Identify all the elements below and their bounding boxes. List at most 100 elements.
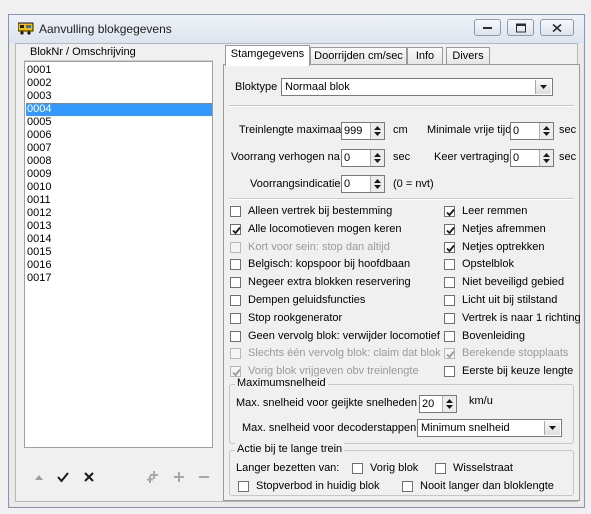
checkmark-icon	[232, 226, 241, 235]
option-right-checkbox[interactable]: Netjes optrekken	[444, 241, 579, 255]
option-left-checkbox[interactable]: Alle locomotieven mogen keren	[230, 223, 430, 237]
list-header[interactable]: BlokNr / Omschrijving	[24, 45, 213, 61]
option-right-checkbox[interactable]: Licht uit bij stilstand	[444, 294, 579, 308]
option-label: Alle locomotieven mogen keren	[248, 222, 402, 235]
option-left-checkbox[interactable]: Alleen vertrek bij bestemming	[230, 205, 430, 219]
indicatie-value: 0	[344, 178, 351, 190]
decoder-select[interactable]: Minimum snelheid	[417, 419, 562, 437]
option-label: Slechts één vervolg blok: claim dat blok	[248, 347, 441, 360]
spin-arrows-icon[interactable]	[540, 150, 553, 166]
list-item[interactable]: 0012	[26, 207, 212, 220]
list-item[interactable]: 0008	[26, 155, 212, 168]
option-label: Kort voor sein: stop dan altijd	[248, 240, 390, 253]
checkmark-icon	[446, 208, 455, 217]
voorrang-spinner[interactable]: 0	[341, 149, 385, 167]
nooit-langer-checkbox[interactable]: Nooit langer dan bloklengte	[402, 480, 562, 494]
list-item[interactable]: 0011	[26, 194, 212, 207]
option-right-checkbox[interactable]: Niet beveiligd gebied	[444, 276, 579, 290]
up-arrow-icon[interactable]	[32, 470, 46, 484]
chevron-down-icon	[549, 426, 556, 430]
list-item[interactable]: 0003	[26, 90, 212, 103]
spin-arrows-icon[interactable]	[371, 176, 384, 192]
vorig-blok-label: Vorig blok	[370, 462, 419, 474]
geijkt-label: Max. snelheid voor geijkte snelheden	[236, 397, 418, 409]
list-item[interactable]: 0013	[26, 220, 212, 233]
maximize-button[interactable]	[507, 19, 534, 36]
stopverbod-checkbox[interactable]: Stopverbod in huidig blok	[238, 480, 388, 494]
option-label: Vorig blok vrijgeven obv treinlengte	[248, 365, 419, 378]
checkmark-icon	[446, 351, 455, 359]
option-right-checkbox[interactable]: Netjes afremmen	[444, 223, 579, 237]
tab-doorrijden[interactable]: Doorrijden cm/sec	[310, 47, 407, 65]
vorig-blok-checkbox[interactable]: Vorig blok	[352, 462, 432, 476]
nooit-langer-label: Nooit langer dan bloklengte	[420, 480, 554, 492]
option-left-checkbox[interactable]: Negeer extra blokken reservering	[230, 276, 430, 290]
cross-icon[interactable]	[82, 470, 96, 484]
option-label: Stop rookgenerator	[248, 311, 343, 324]
plus-icon[interactable]	[172, 470, 186, 484]
multi-add-icon[interactable]	[146, 470, 160, 484]
list-item[interactable]: 0010	[26, 181, 212, 194]
tab-info[interactable]: Info	[407, 47, 443, 65]
block-list[interactable]: 0001 0002 0003 0004 0005 0006 0007 0008 0009 0010…	[24, 61, 213, 448]
option-label: Leer remmen	[462, 205, 528, 217]
minus-icon[interactable]	[197, 470, 211, 484]
list-item[interactable]: 0016	[26, 259, 212, 272]
vrije-tijd-unit: sec	[559, 124, 577, 136]
option-right-checkbox[interactable]: Bovenleiding	[444, 330, 579, 344]
list-item[interactable]: 0014	[26, 233, 212, 246]
vertraging-spinner[interactable]: 0	[510, 149, 554, 167]
option-label: Netjes optrekken	[462, 240, 545, 253]
option-right-checkbox[interactable]: Eerste bij keuze lengte	[444, 365, 579, 379]
checkmark-icon	[232, 369, 241, 377]
option-right-checkbox[interactable]: Opstelblok	[444, 258, 579, 272]
dropdown-arrow[interactable]	[544, 421, 560, 435]
list-item[interactable]: 0002	[26, 77, 212, 90]
spin-arrows-icon[interactable]	[443, 396, 456, 412]
list-item[interactable]: 0005	[26, 116, 212, 129]
list-item[interactable]: 0015	[26, 246, 212, 259]
tab-stamgegevens[interactable]: Stamgegevens	[225, 45, 310, 66]
dropdown-arrow[interactable]	[535, 80, 551, 94]
geijkt-spinner[interactable]: 20	[419, 395, 457, 413]
list-item[interactable]: 0001	[26, 64, 212, 77]
option-left-checkbox[interactable]: Geen vervolg blok: verwijder locomotief	[230, 330, 440, 344]
list-item[interactable]: 0006	[26, 129, 212, 142]
max-speed-group: Maximumsnelheid Max. snelheid voor geijk…	[229, 377, 574, 444]
list-item[interactable]: 0009	[26, 168, 212, 181]
bloktype-value: Normaal blok	[285, 81, 350, 93]
option-right-checkbox[interactable]: Vertrek is naar 1 richting	[444, 312, 581, 326]
wisselstraat-checkbox[interactable]: Wisselstraat	[435, 462, 525, 476]
voorrang-label: Voorrang verhogen na	[231, 151, 340, 163]
close-icon	[552, 23, 562, 32]
checkmark-icon	[446, 226, 455, 235]
geijkt-value: 20	[422, 398, 435, 410]
tab-divers[interactable]: Divers	[446, 47, 490, 65]
checkmark-icon[interactable]	[56, 470, 70, 484]
treinlengte-unit: cm	[393, 124, 408, 136]
window-title: Aanvulling blokgegevens	[39, 22, 172, 36]
vertraging-value: 0	[513, 152, 520, 164]
option-left-checkbox[interactable]: Stop rookgenerator	[230, 312, 430, 326]
spin-arrows-icon[interactable]	[371, 123, 384, 139]
option-label: Dempen geluidsfuncties	[248, 294, 366, 306]
list-item[interactable]: 0017	[26, 272, 212, 285]
option-right-checkbox[interactable]: Leer remmen	[444, 205, 579, 219]
option-label: Opstelblok	[462, 258, 514, 271]
list-item[interactable]: 0004	[26, 103, 212, 116]
close-button[interactable]	[540, 19, 574, 36]
stamgegevens-panel: Bloktype Normaal blok Treinlengte maxima…	[223, 64, 581, 501]
option-label: Eerste bij keuze lengte	[462, 365, 574, 378]
decoder-label: Max. snelheid voor decoderstappen	[242, 422, 417, 434]
indicatie-spinner[interactable]: 0	[341, 175, 385, 193]
treinlengte-spinner[interactable]: 999	[341, 122, 385, 140]
voorrang-unit: sec	[393, 151, 411, 163]
list-item[interactable]: 0007	[26, 142, 212, 155]
vrije-tijd-spinner[interactable]: 0	[510, 122, 554, 140]
option-left-checkbox[interactable]: Dempen geluidsfuncties	[230, 294, 430, 308]
option-left-checkbox[interactable]: Belgisch: kopspoor bij hoofdbaan	[230, 258, 430, 272]
spin-arrows-icon[interactable]	[540, 123, 553, 139]
spin-arrows-icon[interactable]	[371, 150, 384, 166]
bloktype-select[interactable]: Normaal blok	[281, 78, 553, 96]
minimize-button[interactable]	[474, 19, 501, 36]
